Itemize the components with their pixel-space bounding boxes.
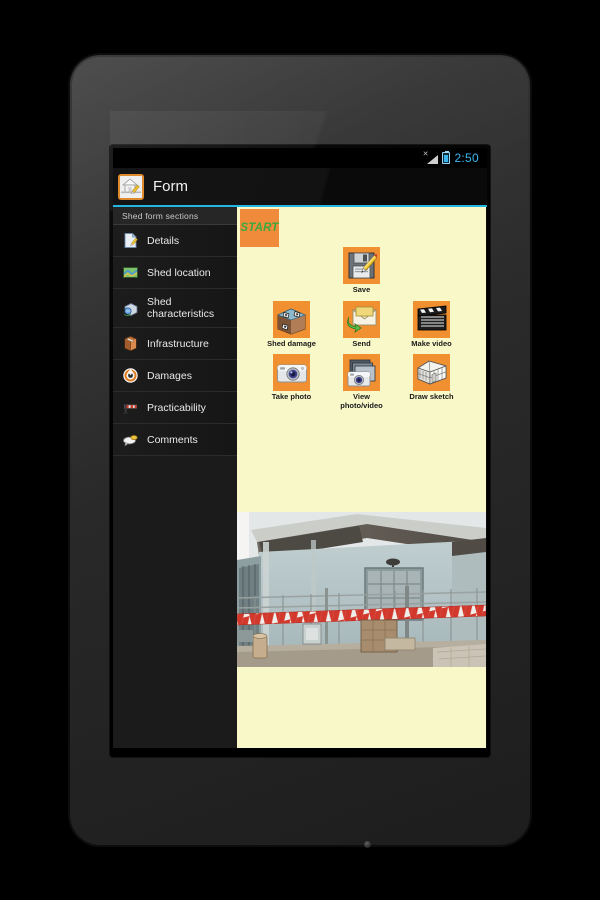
damage-target-icon <box>122 367 139 384</box>
tile-shed-damage[interactable]: Shed damage <box>262 300 322 349</box>
sidebar-item-practicability[interactable]: Practicability <box>113 392 237 424</box>
sidebar-item-label: Shed characteristics <box>147 296 215 320</box>
icon-row: Save <box>237 247 486 295</box>
sidebar-item-label: Infrastructure <box>147 337 209 350</box>
action-icon-grid: Save Shed damage Send Make video Take ph… <box>237 247 486 416</box>
sidebar-item-label: Practicability <box>147 401 206 414</box>
tile-label: Make video <box>411 338 452 348</box>
document-page-icon <box>122 232 139 249</box>
sidebar-item-shed-location[interactable]: Shed location <box>113 257 237 289</box>
tile-draw-sketch[interactable]: Draw sketch <box>402 354 462 410</box>
floppy-disk-pencil-icon <box>343 247 380 284</box>
speech-comment-icon <box>122 431 139 448</box>
tile-save[interactable]: Save <box>332 247 392 295</box>
tile-make-video[interactable]: Make video <box>402 300 462 349</box>
photo-stack-icon <box>343 354 380 391</box>
icon-row: Take photo View photo/video Draw sketch <box>237 354 486 410</box>
tile-view-photo-video[interactable]: View photo/video <box>332 354 392 410</box>
battery-icon <box>442 151 451 164</box>
start-button-label: START <box>240 222 279 234</box>
clapperboard-icon <box>413 300 450 338</box>
sidebar-item-label: Details <box>147 234 180 247</box>
sidebar-item-comments[interactable]: Comments <box>113 424 237 456</box>
damaged-shed-icon <box>273 300 310 338</box>
status-bar: ✕ 2:50 <box>113 148 487 168</box>
page-title: Form <box>153 178 188 195</box>
package-box-icon <box>122 335 139 352</box>
status-clock: 2:50 <box>454 151 479 165</box>
start-button[interactable]: START <box>240 209 279 247</box>
map-icon <box>122 264 139 281</box>
tile-label: Send <box>352 338 371 348</box>
tile-send[interactable]: Send <box>332 300 392 349</box>
damaged-shed-photograph[interactable] <box>237 512 486 667</box>
sidebar-item-label: Comments <box>147 433 198 446</box>
tile-label: Take photo <box>271 392 312 401</box>
content-area: Shed form sections Details Shed location… <box>113 207 487 748</box>
tablet-screen: ✕ 2:50 Form Shed form sections Details S… <box>113 148 487 748</box>
sidebar-item-label: Shed location <box>147 266 211 279</box>
sidebar-item-infrastructure[interactable]: Infrastructure <box>113 328 237 360</box>
sidebar: Shed form sections Details Shed location… <box>113 207 237 748</box>
tile-label: Shed damage <box>267 338 316 348</box>
building-globe-icon <box>122 300 139 317</box>
tile-take-photo[interactable]: Take photo <box>262 354 322 410</box>
icon-row: Shed damage Send Make video <box>237 300 486 349</box>
road-barrier-icon <box>122 399 139 416</box>
sidebar-item-label: Damages <box>147 369 192 382</box>
sidebar-item-shed-characteristics[interactable]: Shed characteristics <box>113 289 237 328</box>
sidebar-item-details[interactable]: Details <box>113 225 237 257</box>
tile-label: Draw sketch <box>409 392 454 401</box>
sidebar-header: Shed form sections <box>113 207 237 225</box>
envelope-send-icon <box>343 300 380 338</box>
form-pane: START Save Shed damage Send Make video T… <box>237 207 487 748</box>
camera-icon <box>273 354 310 391</box>
tile-label: Save <box>352 285 371 294</box>
sketch-building-icon <box>413 354 450 391</box>
tile-label: View photo/video <box>340 392 383 410</box>
form-paper: START Save Shed damage Send Make video T… <box>237 207 486 748</box>
action-bar: Form <box>113 168 487 205</box>
sensor-dot-icon <box>364 841 371 848</box>
house-with-pencil-icon[interactable] <box>118 173 144 200</box>
signal-bars-icon: ✕ <box>422 151 439 164</box>
sidebar-item-damages[interactable]: Damages <box>113 360 237 392</box>
